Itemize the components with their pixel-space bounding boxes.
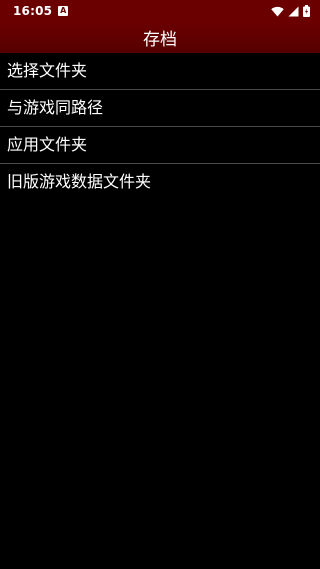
list-item-same-path-as-game[interactable]: 与游戏同路径	[0, 90, 320, 127]
list-item-select-folder[interactable]: 选择文件夹	[0, 53, 320, 90]
status-icons	[271, 5, 310, 17]
battery-icon	[303, 5, 310, 17]
list-item-label: 旧版游戏数据文件夹	[7, 172, 152, 191]
list-item-label: 与游戏同路径	[7, 98, 104, 117]
wifi-icon	[271, 6, 284, 16]
list-item-app-folder[interactable]: 应用文件夹	[0, 127, 320, 164]
app-bar: 存档	[0, 22, 320, 53]
status-time: 16:05	[13, 4, 53, 18]
page-title: 存档	[143, 30, 177, 50]
folder-option-list: 选择文件夹 与游戏同路径 应用文件夹 旧版游戏数据文件夹	[0, 53, 320, 200]
list-item-label: 选择文件夹	[7, 61, 88, 80]
list-item-legacy-game-data-folder[interactable]: 旧版游戏数据文件夹	[0, 164, 320, 200]
status-bar: 16:05 A	[0, 0, 320, 22]
signal-icon	[288, 6, 299, 16]
notification-a-icon: A	[58, 6, 69, 16]
list-item-label: 应用文件夹	[7, 135, 88, 154]
